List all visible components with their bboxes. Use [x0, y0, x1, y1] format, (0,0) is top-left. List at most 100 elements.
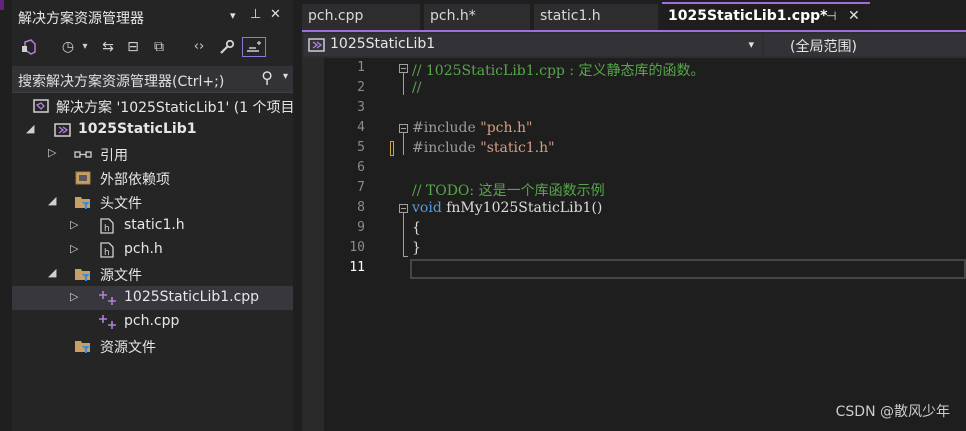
line-number: 10: [349, 240, 365, 255]
tree-item-label: static1.h: [124, 217, 185, 233]
collapsed-arrow-icon[interactable]: ▷: [70, 242, 78, 255]
tab-label: pch.h*: [430, 8, 476, 24]
pending-changes-filter-icon[interactable]: ◷: [58, 37, 78, 57]
preprocessor-directive: #include: [412, 140, 481, 156]
tab-label: 1025StaticLib1.cpp*: [668, 8, 828, 24]
project-icon: [54, 121, 72, 139]
line-number: 5: [357, 140, 365, 155]
line-number: 7: [357, 180, 365, 195]
window-accent: [0, 0, 4, 10]
collapsed-arrow-icon[interactable]: ▷: [48, 146, 56, 159]
close-tab-icon[interactable]: ✕: [848, 8, 860, 24]
solution-icon: [32, 97, 50, 115]
show-all-files-icon[interactable]: ⧉: [148, 37, 170, 57]
tree-item-resource-files[interactable]: 资源文件: [12, 334, 293, 358]
tree-item-references[interactable]: ▷ 引用: [12, 142, 293, 166]
references-icon: [74, 145, 92, 163]
project-dropdown[interactable]: 1025StaticLib1 ▾: [304, 34, 762, 56]
filter-folder-icon: [74, 265, 92, 283]
tree-item-pch-h[interactable]: ▷ h pch.h: [12, 238, 293, 262]
tab-pch-cpp[interactable]: pch.cpp: [302, 4, 420, 30]
pin-tab-icon[interactable]: ⊣: [826, 9, 836, 23]
tree-item-label: 1025StaticLib1: [78, 121, 197, 137]
svg-text:h: h: [104, 248, 110, 258]
tree-item-external-dependencies[interactable]: 外部依赖项: [12, 166, 293, 190]
include-path: "pch.h": [480, 120, 533, 136]
properties-wrench-icon[interactable]: [216, 37, 238, 57]
scope-dropdown-value: (全局范围): [790, 39, 857, 55]
function-signature: fnMy1025StaticLib1(): [441, 200, 603, 216]
tree-item-project[interactable]: ◢ 1025StaticLib1: [12, 118, 293, 142]
search-options-dropdown-icon[interactable]: ▾: [283, 71, 288, 82]
unsaved-change-marker: [390, 141, 394, 156]
tree-item-label: pch.cpp: [124, 313, 180, 329]
filter-folder-icon: [74, 193, 92, 211]
outline-guide: [403, 133, 404, 155]
tab-pch-h[interactable]: pch.h*: [424, 4, 530, 30]
preview-selected-items-icon[interactable]: [242, 37, 266, 57]
tab-static1-h[interactable]: static1.h: [534, 4, 658, 30]
tree-item-1025staticlib1-cpp[interactable]: ▷ 1025StaticLib1.cpp: [12, 286, 293, 310]
search-icon[interactable]: ⚲: [261, 68, 273, 87]
header-file-icon: h: [98, 241, 116, 259]
switch-views-icon[interactable]: [20, 37, 40, 57]
collapsed-arrow-icon[interactable]: ▷: [70, 290, 78, 303]
editor-left-margin: [302, 58, 324, 431]
current-line-highlight: [410, 259, 966, 279]
tree-item-label: 资源文件: [100, 340, 156, 356]
solution-explorer-panel: 解决方案资源管理器 ▾ ⊥ ✕ ◷ ▾ ⇆ ⊟ ⧉ ‹› 搜索解决方案资源管理器…: [12, 0, 295, 431]
expanded-arrow-icon[interactable]: ◢: [48, 266, 56, 279]
collapse-region-icon[interactable]: [399, 204, 408, 213]
chevron-down-icon[interactable]: ▾: [748, 38, 754, 51]
pin-icon[interactable]: ⊥: [250, 7, 261, 23]
collapsed-arrow-icon[interactable]: ▷: [70, 218, 78, 231]
collapse-region-icon[interactable]: [399, 64, 408, 73]
view-code-icon[interactable]: ‹›: [188, 37, 210, 57]
panel-splitter[interactable]: [293, 0, 302, 431]
outline-guide-end: [403, 256, 408, 257]
tree-item-solution[interactable]: 解决方案 '1025StaticLib1' (1 个项目: [12, 94, 295, 118]
tab-label: static1.h: [540, 8, 601, 24]
tree-item-pch-cpp[interactable]: pch.cpp: [12, 310, 293, 334]
code-line-4: #include "pch.h": [412, 120, 532, 136]
include-path: "static1.h": [480, 140, 555, 156]
tree-item-header-files[interactable]: ◢ 头文件: [12, 190, 293, 214]
document-tab-strip: pch.cpp pch.h* static1.h 1025StaticLib1.…: [302, 0, 966, 32]
code-line-1: // 1025StaticLib1.cpp : 定义静态库的函数。: [412, 63, 705, 79]
collapse-all-icon[interactable]: ⊟: [122, 37, 144, 57]
expanded-arrow-icon[interactable]: ◢: [48, 194, 56, 207]
sync-active-document-icon[interactable]: ⇆: [98, 37, 118, 57]
line-number: 6: [357, 160, 365, 175]
preprocessor-directive: #include: [412, 120, 481, 136]
external-dependencies-icon: [74, 169, 92, 187]
tree-item-label: 外部依赖项: [100, 172, 170, 188]
filter-folder-icon: [74, 337, 92, 355]
code-line-8: void fnMy1025StaticLib1(): [412, 200, 602, 216]
solution-explorer-titlebar: 解决方案资源管理器 ▾ ⊥ ✕: [12, 0, 293, 32]
line-number: 2: [357, 80, 365, 95]
window-position-dropdown-icon[interactable]: ▾: [230, 8, 236, 24]
tree-item-source-files[interactable]: ◢ 源文件: [12, 262, 293, 286]
scope-dropdown[interactable]: (全局范围): [764, 34, 966, 56]
keyword-void: void: [412, 200, 442, 216]
code-line-7: // TODO: 这是一个库函数示例: [412, 183, 605, 199]
line-number: 3: [357, 100, 365, 115]
tab-1025staticlib1-cpp[interactable]: 1025StaticLib1.cpp* ⊣ ✕: [662, 2, 870, 32]
expanded-arrow-icon[interactable]: ◢: [26, 122, 34, 135]
cpp-file-icon: [98, 289, 116, 307]
collapse-region-icon[interactable]: [399, 124, 408, 133]
code-editor[interactable]: 1 2 3 4 5 6 7 8 9 10 11 // 1025StaticLib…: [302, 58, 966, 431]
project-icon: [308, 36, 326, 58]
tree-item-label: 源文件: [100, 268, 142, 284]
close-panel-icon[interactable]: ✕: [270, 7, 281, 23]
cpp-file-icon: [98, 313, 116, 331]
outline-guide: [403, 213, 404, 256]
header-file-icon: h: [98, 217, 116, 235]
filter-dropdown-icon[interactable]: ▾: [80, 37, 90, 57]
solution-explorer-title: 解决方案资源管理器: [18, 11, 144, 27]
code-line-2: //: [412, 80, 422, 96]
tree-item-static1-h[interactable]: ▷ h static1.h: [12, 214, 293, 238]
watermark: CSDN @散风少年: [835, 404, 950, 420]
solution-explorer-search[interactable]: 搜索解决方案资源管理器(Ctrl+;) ⚲ ▾: [12, 66, 293, 93]
navigation-bar: 1025StaticLib1 ▾ (全局范围): [302, 32, 966, 58]
